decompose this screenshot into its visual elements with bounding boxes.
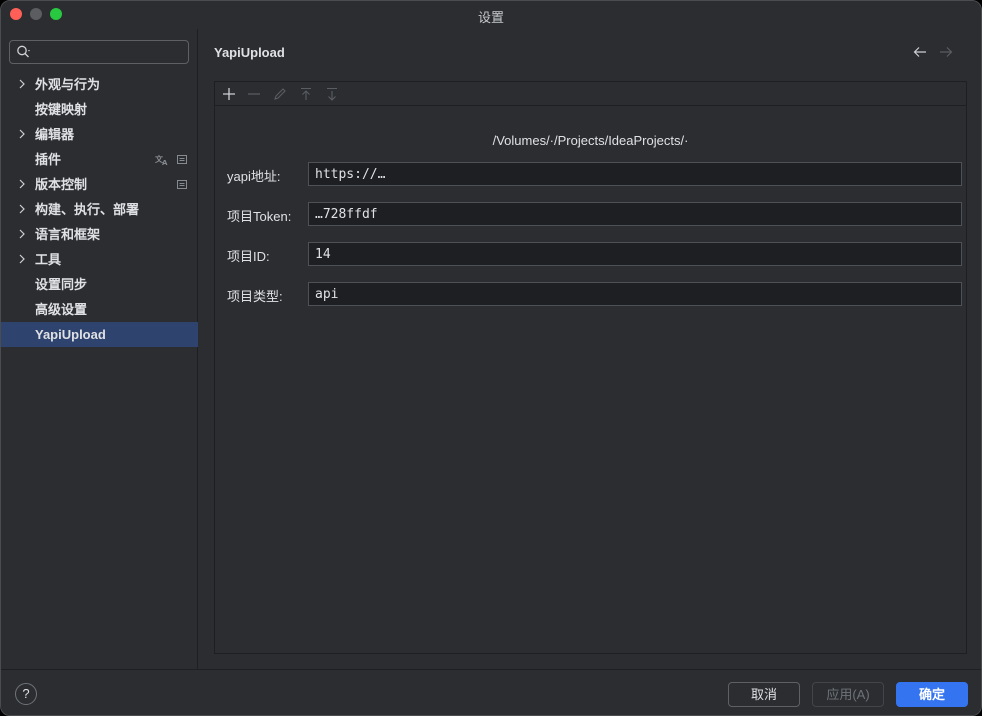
yapi-url-label: yapi地址:: [227, 169, 281, 184]
move-up-icon[interactable]: [298, 86, 314, 102]
panel-toolbar: [215, 82, 966, 106]
sidebar-item-label: 版本控制: [35, 177, 88, 192]
chevron-right-icon[interactable]: [17, 78, 27, 90]
page-title: YapiUpload: [214, 45, 285, 60]
sidebar-item-tools[interactable]: 工具: [1, 247, 198, 272]
settings-sidebar: 外观与行为 按键映射 编辑器 插件 文 A 版本控制 构建、执行、部署 语言和框…: [1, 29, 198, 669]
project-path: /Volumes/·/Projects/IdeaProjects/·: [492, 133, 689, 148]
sidebar-item-label: 构建、执行、部署: [35, 202, 140, 217]
help-button[interactable]: ?: [15, 683, 37, 705]
settings-badge-icon: [177, 155, 187, 164]
sidebar-item-settings-sync[interactable]: 设置同步: [1, 272, 198, 297]
project-id-label: 项目ID:: [227, 249, 270, 264]
sidebar-item-label: 高级设置: [35, 302, 88, 317]
window-title: 设置: [477, 10, 504, 25]
arrow-left-icon[interactable]: [913, 46, 927, 58]
chevron-right-icon[interactable]: [17, 128, 27, 140]
yapi-url-input[interactable]: [308, 162, 962, 186]
dialog-footer: ? 取消 应用(A) 确定: [1, 669, 981, 715]
sidebar-item-yapiupload[interactable]: YapiUpload: [1, 322, 198, 347]
sidebar-item-label: 语言和框架: [35, 227, 101, 242]
settings-search-box[interactable]: [9, 40, 189, 64]
yapi-config-panel: /Volumes/·/Projects/IdeaProjects/· yapi地…: [214, 81, 967, 654]
chevron-right-icon[interactable]: [17, 203, 27, 215]
project-type-label: 项目类型:: [227, 289, 283, 304]
apply-button[interactable]: 应用(A): [812, 682, 884, 707]
ok-button[interactable]: 确定: [896, 682, 968, 707]
search-icon: [17, 45, 30, 58]
project-token-input[interactable]: [308, 202, 962, 226]
sidebar-item-appearance-behavior[interactable]: 外观与行为: [1, 72, 198, 97]
project-token-label: 项目Token:: [227, 209, 292, 224]
sidebar-item-label: 编辑器: [35, 127, 75, 142]
sidebar-item-label: YapiUpload: [35, 327, 106, 342]
settings-window: 设置 外观与行为 按键映射 编辑器 插件 文 A 版本控制 构建、执行、部署 语…: [0, 0, 982, 716]
chevron-right-icon[interactable]: [17, 253, 27, 265]
arrow-right-icon[interactable]: [939, 46, 953, 58]
cancel-button[interactable]: 取消: [728, 682, 800, 707]
settings-badge-icon: [177, 180, 187, 189]
settings-tree: 外观与行为 按键映射 编辑器 插件 文 A 版本控制 构建、执行、部署 语言和框…: [1, 72, 198, 347]
sidebar-item-advanced-settings[interactable]: 高级设置: [1, 297, 198, 322]
edit-icon[interactable]: [272, 86, 288, 102]
sidebar-item-label: 工具: [35, 252, 62, 267]
sidebar-item-label: 按键映射: [35, 102, 88, 117]
project-type-input[interactable]: [308, 282, 962, 306]
add-icon[interactable]: [221, 86, 237, 102]
translate-icon: 文 A: [155, 154, 168, 166]
title-bar: 设置: [1, 1, 981, 29]
move-down-icon[interactable]: [324, 86, 340, 102]
project-id-input[interactable]: [308, 242, 962, 266]
sidebar-item-plugins[interactable]: 插件 文 A: [1, 147, 198, 172]
svg-text:A: A: [162, 159, 168, 166]
sidebar-item-build-execution-deployment[interactable]: 构建、执行、部署: [1, 197, 198, 222]
sidebar-item-keymap[interactable]: 按键映射: [1, 97, 198, 122]
sidebar-item-label: 插件: [35, 152, 62, 167]
chevron-right-icon[interactable]: [17, 178, 27, 190]
remove-icon[interactable]: [246, 86, 262, 102]
settings-search-input[interactable]: [38, 43, 183, 61]
chevron-right-icon[interactable]: [17, 228, 27, 240]
settings-content: YapiUpload /Volumes/·/Projects/IdeaProje…: [199, 29, 981, 669]
sidebar-item-languages-frameworks[interactable]: 语言和框架: [1, 222, 198, 247]
sidebar-item-editor[interactable]: 编辑器: [1, 122, 198, 147]
sidebar-item-version-control[interactable]: 版本控制: [1, 172, 198, 197]
sidebar-item-label: 外观与行为: [35, 77, 101, 92]
sidebar-item-label: 设置同步: [35, 277, 88, 292]
